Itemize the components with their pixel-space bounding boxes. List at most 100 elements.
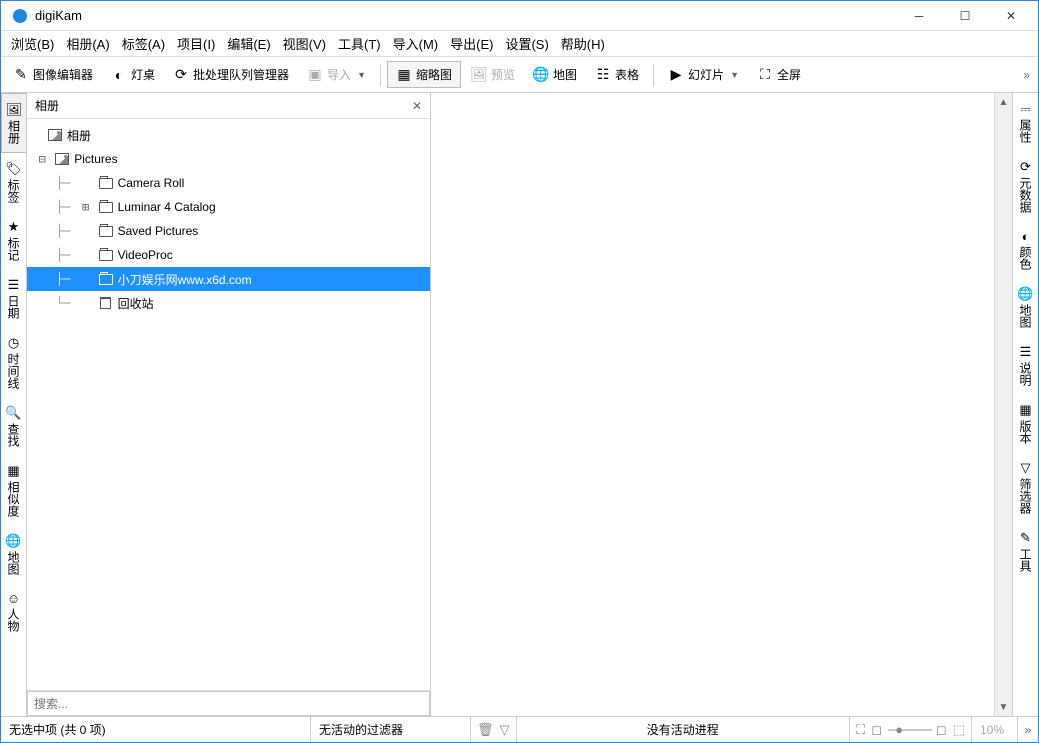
tree-node[interactable]: ⊟ Pictures — [27, 147, 430, 171]
tree-node[interactable]: ├─ 小刀娱乐网www.x6d.com — [27, 267, 430, 291]
close-button[interactable]: ✕ — [988, 1, 1034, 31]
tree-node[interactable]: └─ 回收站 — [27, 291, 430, 315]
expander-icon[interactable]: ⊞ — [78, 200, 94, 214]
fullscreen-button[interactable]: ⛶全屏 — [749, 62, 809, 87]
thumbnails-button[interactable]: ▦缩略图 — [387, 61, 461, 88]
tree-node-label: Pictures — [74, 152, 117, 166]
tree-node[interactable]: ├─ ⊞Luminar 4 Catalog — [27, 195, 430, 219]
sidebar-tab-dates[interactable]: ☰日期 — [1, 269, 26, 327]
menu-import[interactable]: 导入(M) — [387, 31, 445, 56]
list-icon: ☰ — [8, 277, 20, 293]
menu-view[interactable]: 视图(V) — [277, 31, 332, 56]
tree-node-label: VideoProc — [118, 248, 173, 262]
app-icon — [13, 9, 27, 23]
sidebar-tab-similarity[interactable]: ▦相似度 — [1, 455, 26, 525]
preview-button[interactable]: 🖼预览 — [463, 62, 523, 87]
scroll-up-icon[interactable]: ▲ — [995, 93, 1012, 111]
minimize-button[interactable]: ─ — [896, 1, 942, 31]
chevron-down-icon: ▼ — [357, 70, 366, 80]
image-icon: 🖼 — [471, 67, 487, 83]
tree-node-label: Saved Pictures — [118, 224, 199, 238]
menu-tags[interactable]: 标签(A) — [116, 31, 171, 56]
batch-queue-button[interactable]: ⟳批处理队列管理器 — [165, 62, 297, 87]
star-icon: ★ — [8, 219, 20, 235]
right-sidebar-tabs: ⎓属性 ⟳元数据 ◐颜色 🌐地图 ☰说明 ▦版本 ▽筛选器 ✎工具 — [1012, 93, 1038, 716]
version-icon: ▦ — [1019, 402, 1031, 418]
tree-node[interactable]: 相册 — [27, 123, 430, 147]
folder-icon — [98, 199, 114, 215]
person-icon: ☺ — [7, 591, 20, 606]
sidebar-tab-map[interactable]: 🌐地图 — [1, 525, 26, 583]
slideshow-button[interactable]: ▶幻灯片▼ — [660, 62, 747, 87]
grid-icon: ▦ — [396, 67, 412, 83]
image-icon: 🖼 — [6, 102, 23, 118]
maximize-button[interactable]: ☐ — [942, 1, 988, 31]
zoom-to-icon[interactable]: ⬚ — [953, 722, 965, 738]
menu-browse[interactable]: 浏览(B) — [5, 31, 60, 56]
sidebar-tab-versions[interactable]: ▦版本 — [1013, 394, 1038, 452]
menu-help[interactable]: 帮助(H) — [555, 31, 611, 56]
status-progress: 没有活动进程 — [517, 717, 851, 742]
crop-icon[interactable]: ◻ — [871, 722, 882, 738]
globe-icon: 🌐 — [5, 533, 21, 549]
tree-node[interactable]: ├─ VideoProc — [27, 243, 430, 267]
grid-icon: ▦ — [7, 463, 19, 479]
sidebar-tab-labels[interactable]: ★标记 — [1, 211, 26, 269]
zoom-fit-icon[interactable]: ⛶ — [856, 722, 865, 738]
status-selection: 无选中项 (共 0 项) — [1, 717, 311, 742]
thumbnail-content[interactable]: ▲ ▼ — [431, 93, 1012, 716]
album-tree[interactable]: 相册 ⊟ Pictures ├─ Camera Roll ├─ ⊞Luminar … — [27, 119, 430, 690]
light-table-button[interactable]: ◐灯桌 — [103, 62, 163, 87]
map-button[interactable]: 🌐地图 — [525, 62, 585, 87]
expander-icon[interactable]: ⊟ — [34, 152, 50, 166]
sidebar-tab-colors[interactable]: ◐颜色 — [1013, 221, 1038, 278]
slider-icon[interactable]: ─●──── — [888, 722, 930, 737]
clock-icon: ◷ — [8, 335, 19, 351]
globe-icon: 🌐 — [533, 67, 549, 83]
tree-search-input[interactable] — [27, 691, 430, 716]
scroll-down-icon[interactable]: ▼ — [995, 698, 1012, 716]
sidebar-tab-timeline[interactable]: ◷时间线 — [1, 327, 26, 397]
image-editor-button[interactable]: ✎图像编辑器 — [5, 62, 101, 87]
zoom-100-icon[interactable]: ◻ — [936, 722, 947, 738]
panel-close-button[interactable]: ✕ — [412, 99, 422, 113]
menu-edit[interactable]: 编辑(E) — [221, 31, 276, 56]
menu-item[interactable]: 项目(I) — [171, 31, 221, 56]
toolbar-overflow[interactable]: » — [1019, 64, 1034, 86]
tree-node-label: 回收站 — [118, 295, 154, 312]
metadata-icon: ⟳ — [1020, 159, 1031, 175]
sidebar-tab-search[interactable]: 🔍查找 — [1, 397, 26, 455]
menu-settings[interactable]: 设置(S) — [499, 31, 554, 56]
tree-lines: └─ — [27, 296, 78, 310]
tree-node[interactable]: ├─ Saved Pictures — [27, 219, 430, 243]
tree-lines — [27, 152, 34, 166]
sidebar-tab-captions[interactable]: ☰说明 — [1013, 336, 1038, 394]
statusbar-overflow[interactable]: » — [1018, 717, 1038, 742]
status-filter: 无活动的过滤器 — [311, 717, 471, 742]
menu-export[interactable]: 导出(E) — [444, 31, 499, 56]
menu-tools[interactable]: 工具(T) — [332, 31, 387, 56]
folder-icon — [98, 175, 114, 191]
sidebar-tab-properties[interactable]: ⎓属性 — [1013, 93, 1038, 151]
menu-album[interactable]: 相册(A) — [60, 31, 115, 56]
status-zoom-icons: ⛶ ◻ ─●──── ◻ ⬚ — [850, 717, 972, 742]
trash-icon[interactable]: 🗑 — [477, 722, 494, 738]
sidebar-tab-albums[interactable]: 🖼相册 — [1, 93, 26, 153]
sidebar-tab-tools[interactable]: ✎工具 — [1013, 522, 1038, 580]
table-button[interactable]: ☷表格 — [587, 62, 647, 87]
tag-icon: 🏷 — [5, 161, 22, 177]
tree-lines: ├─ — [27, 272, 78, 286]
sidebar-tab-filters[interactable]: ▽筛选器 — [1013, 452, 1038, 522]
list-icon: ☰ — [1020, 344, 1032, 360]
tree-node[interactable]: ├─ Camera Roll — [27, 171, 430, 195]
zoom-value: 10% — [972, 717, 1018, 742]
status-filter-icons: 🗑 ▽ — [471, 717, 517, 742]
funnel-icon[interactable]: ▽ — [500, 722, 510, 738]
sidebar-tab-tags[interactable]: 🏷标签 — [1, 153, 26, 211]
sidebar-tab-map-right[interactable]: 🌐地图 — [1013, 278, 1038, 336]
import-button[interactable]: ▣导入▼ — [299, 62, 374, 87]
menubar: 浏览(B) 相册(A) 标签(A) 项目(I) 编辑(E) 视图(V) 工具(T… — [1, 31, 1038, 57]
sidebar-tab-metadata[interactable]: ⟳元数据 — [1013, 151, 1038, 221]
scrollbar[interactable]: ▲ ▼ — [994, 93, 1012, 716]
sidebar-tab-people[interactable]: ☺人物 — [1, 583, 26, 640]
